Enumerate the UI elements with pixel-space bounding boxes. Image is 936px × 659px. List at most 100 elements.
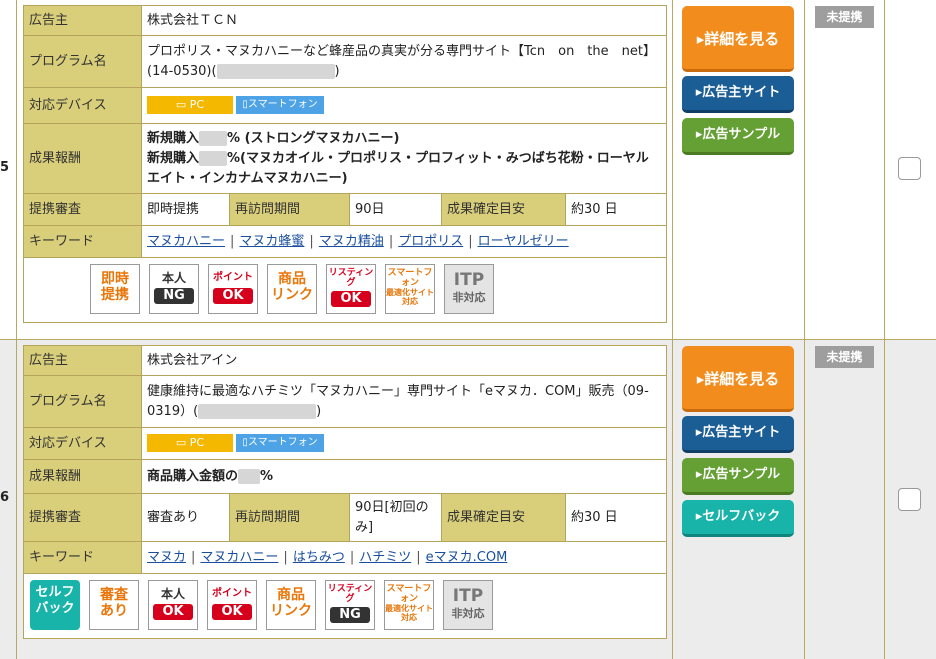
label-confirm: 成果確定目安 — [441, 193, 566, 226]
keyword-list: マヌカハニー | マヌカ蜂蜜 | マヌカ精油 | プロポリス | ローヤルゼリー — [141, 225, 667, 258]
label-device: 対応デバイス — [23, 87, 142, 124]
keyword-link[interactable]: マヌカハニー — [200, 550, 278, 565]
ad-sample-button[interactable]: ▸広告サンプル — [682, 118, 794, 155]
feature-icon-top: リスティング — [328, 268, 374, 288]
select-checkbox[interactable] — [898, 488, 921, 511]
listing-row: 6 広告主 株式会社アイン プログラム名 健康維持に最適なハチミツ「マヌカハニー… — [0, 339, 936, 659]
feature-icon-top: 商品 — [278, 271, 306, 287]
divider — [16, 0, 17, 339]
feature-icon-top: 即時 — [101, 271, 129, 287]
keyword-link[interactable]: eマヌカ.COM — [426, 550, 508, 565]
program-info-table: 広告主 株式会社ＴＣＮ プログラム名 プロポリス・マヌカハニーなど蜂産品の真実が… — [23, 5, 667, 323]
label-revisit: 再訪問期間 — [229, 193, 350, 226]
feature-icons: 即時 提携 本人 NG ポイント OK 商品 リンク リスティング OK スマートフォン 最適化サイト… — [23, 257, 667, 323]
feature-icon: リスティング OK — [326, 264, 376, 314]
feature-icon-bottom: OK — [213, 288, 253, 304]
label-keyword: キーワード — [23, 225, 142, 258]
keyword-link[interactable]: ローヤルゼリー — [478, 234, 569, 249]
feature-icon-bottom: 最適化サイト対応 — [385, 604, 433, 622]
status-badge: 未提携 — [815, 346, 874, 368]
redacted-id — [198, 403, 317, 419]
program-name: プロポリス・マヌカハニーなど蜂産品の真実が分る専門サイト【Tcn on the … — [141, 35, 667, 88]
listing-row: 5 広告主 株式会社ＴＣＮ プログラム名 プロポリス・マヌカハニーなど蜂産品の真… — [0, 0, 936, 339]
details-button[interactable]: ▸詳細を見る — [682, 6, 794, 72]
feature-icon-bottom: 最適化サイト対応 — [386, 288, 434, 306]
keyword-link[interactable]: マヌカ — [147, 550, 186, 565]
keyword-link[interactable]: はちみつ — [293, 550, 345, 565]
keyword-link[interactable]: ハチミツ — [359, 550, 411, 565]
confirm-value: 約30 日 — [565, 193, 667, 226]
keyword-link[interactable]: マヌカハニー — [147, 234, 225, 249]
feature-icon-bottom: 非対応 — [452, 291, 486, 304]
label-program-name: プログラム名 — [23, 375, 142, 428]
divider — [804, 340, 805, 659]
feature-icon-bottom: 提携 — [101, 287, 129, 303]
feature-icon: ITP 非対応 — [444, 264, 494, 314]
row-index: 6 — [0, 490, 10, 505]
feature-icon-top: ポイント — [213, 272, 253, 283]
keyword-list: マヌカ | マヌカハニー | はちみつ | ハチミツ | eマヌカ.COM — [141, 541, 667, 574]
select-checkbox[interactable] — [898, 157, 921, 180]
divider — [804, 0, 805, 339]
self-back-button[interactable]: ▸セルフバック — [682, 500, 794, 537]
feature-icon: ポイント OK — [208, 264, 258, 314]
feature-icon: 本人 OK — [148, 580, 198, 630]
advertiser-site-button[interactable]: ▸広告主サイト — [682, 76, 794, 113]
redacted-rate — [199, 150, 228, 166]
advertiser-name: 株式会社ＴＣＮ — [141, 5, 667, 36]
label-approval: 提携審査 — [23, 493, 142, 542]
advertiser-site-button[interactable]: ▸広告主サイト — [682, 416, 794, 453]
feature-icons: セルフ バック 審査 あり 本人 OK ポイント OK 商品 リンク リスティング NG スマートフォン… — [23, 573, 667, 639]
program-name: 健康維持に最適なハチミツ「マヌカハニー」専門サイト「eマヌカ．COM」販売（09… — [141, 375, 667, 428]
device-list: ▭ PC ▯スマートフォン — [141, 87, 667, 124]
feature-icon-bottom: リンク — [271, 287, 313, 303]
feature-icon-top: セルフ — [35, 585, 75, 600]
feature-icon-bottom: バック — [35, 601, 75, 616]
feature-icon-top: 本人 — [160, 587, 185, 601]
feature-icon: セルフ バック — [30, 580, 80, 630]
program-info-table: 広告主 株式会社アイン プログラム名 健康維持に最適なハチミツ「マヌカハニー」専… — [23, 345, 667, 639]
feature-icon: ポイント OK — [207, 580, 257, 630]
device-pc-badge: ▭ PC — [147, 96, 233, 114]
feature-icon: 商品 リンク — [266, 580, 316, 630]
label-advertiser: 広告主 — [23, 345, 142, 376]
feature-icon: 商品 リンク — [267, 264, 317, 314]
feature-icon-bottom: NG — [154, 288, 194, 304]
device-list: ▭ PC ▯スマートフォン — [141, 427, 667, 460]
advertiser-name: 株式会社アイン — [141, 345, 667, 376]
feature-icon: 即時 提携 — [90, 264, 140, 314]
redacted-id — [216, 63, 335, 79]
feature-icon-bottom: 非対応 — [451, 607, 485, 620]
device-smartphone-badge: ▯スマートフォン — [236, 96, 324, 114]
feature-icon: スマートフォン 最適化サイト対応 — [385, 264, 435, 314]
label-program-name: プログラム名 — [23, 35, 142, 88]
keyword-link[interactable]: マヌカ蜂蜜 — [239, 234, 304, 249]
divider — [672, 340, 673, 659]
redacted-rate — [199, 130, 228, 146]
label-approval: 提携審査 — [23, 193, 142, 226]
revisit-value: 90日 — [349, 193, 442, 226]
approval-value: 即時提携 — [141, 193, 230, 226]
confirm-value: 約30 日 — [565, 493, 667, 542]
feature-icon-bottom: リンク — [270, 603, 312, 619]
keyword-link[interactable]: プロポリス — [398, 234, 463, 249]
approval-value: 審査あり — [141, 493, 230, 542]
feature-icon-top: 本人 — [161, 271, 186, 285]
keyword-link[interactable]: マヌカ精油 — [319, 234, 384, 249]
label-confirm: 成果確定目安 — [441, 493, 566, 542]
feature-icon-bottom: OK — [153, 604, 193, 620]
revisit-value: 90日[初回のみ] — [349, 493, 442, 542]
label-reward: 成果報酬 — [23, 123, 142, 194]
feature-icon: スマートフォン 最適化サイト対応 — [384, 580, 434, 630]
status-badge: 未提携 — [815, 6, 874, 28]
feature-icon-bottom: あり — [100, 603, 128, 619]
feature-icon-top: ポイント — [212, 588, 252, 599]
divider — [884, 340, 885, 659]
details-button[interactable]: ▸詳細を見る — [682, 346, 794, 412]
reward-text: 商品購入金額の% — [141, 459, 667, 494]
ad-sample-button[interactable]: ▸広告サンプル — [682, 458, 794, 495]
device-pc-badge: ▭ PC — [147, 434, 233, 452]
feature-icon: リスティング NG — [325, 580, 375, 630]
row-index: 5 — [0, 160, 10, 175]
feature-icon: 審査 あり — [89, 580, 139, 630]
